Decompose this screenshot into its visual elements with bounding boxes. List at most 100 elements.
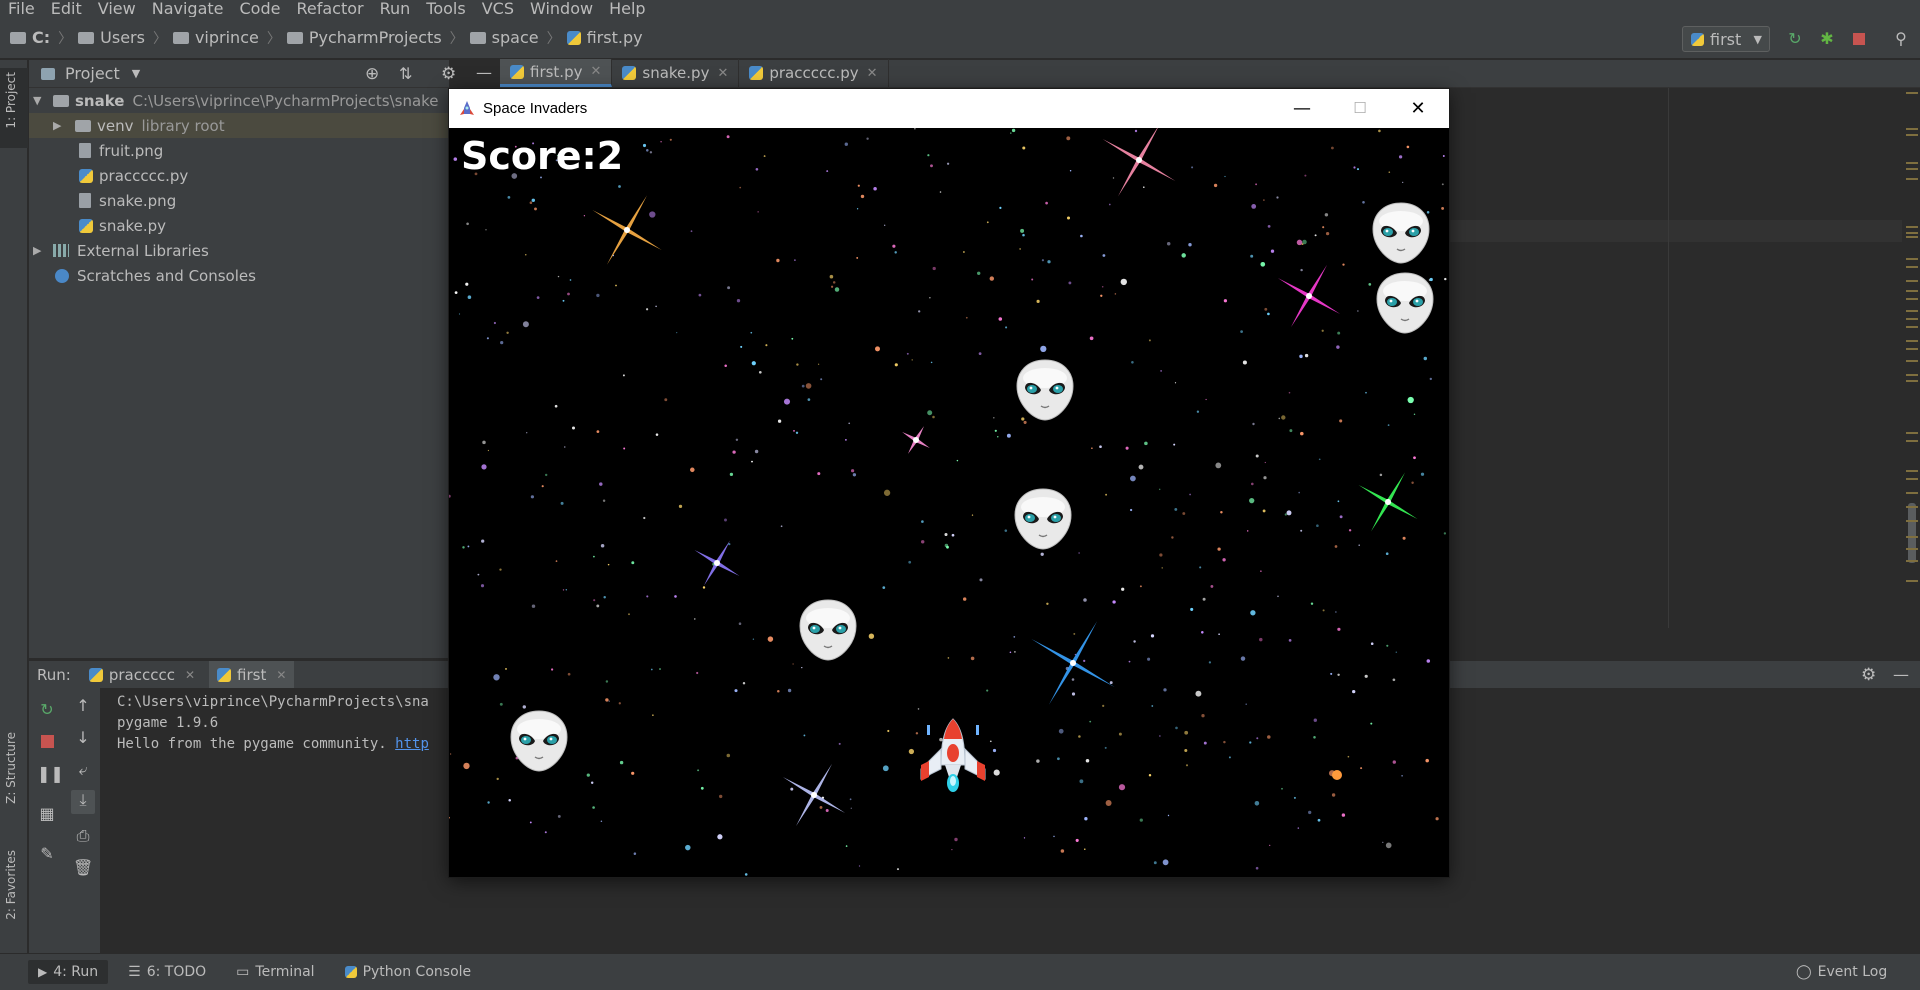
breadcrumb-pycharmprojects[interactable]: PycharmProjects 〉 — [286, 28, 464, 48]
menu-file[interactable]: File — [0, 0, 43, 17]
rerun-icon[interactable]: ↻ — [37, 700, 57, 720]
tool-tab-terminal[interactable]: ▭ Terminal — [226, 960, 324, 984]
tab-first-py[interactable]: first.py ✕ — [500, 59, 613, 87]
collapse-icon[interactable]: ⇅ — [399, 64, 412, 83]
scroll-to-end-icon[interactable]: ⤓ — [71, 790, 95, 814]
tree-item-external-libraries[interactable]: ▶ External Libraries — [33, 238, 209, 263]
project-panel-title[interactable]: Project — [65, 64, 120, 83]
star-dot — [1442, 155, 1445, 157]
game-title-bar[interactable]: Space Invaders — ☐ ✕ — [449, 89, 1449, 128]
hide-icon[interactable]: — — [476, 63, 492, 82]
star-dot — [1322, 609, 1325, 612]
star-dot — [463, 762, 470, 770]
run-tab-praccccc[interactable]: praccccc ✕ — [88, 666, 195, 684]
tree-root[interactable]: ▼ snake C:\Users\viprince\PycharmProject… — [33, 88, 449, 113]
close-icon[interactable]: ✕ — [867, 66, 878, 81]
star-dot — [947, 657, 950, 659]
run-tab-first[interactable]: first ✕ — [209, 660, 295, 689]
debug-icon[interactable]: ✱ — [1818, 30, 1836, 48]
tab-snake-py[interactable]: snake.py ✕ — [612, 59, 740, 87]
menu-run[interactable]: Run — [372, 0, 419, 17]
menu-refactor[interactable]: Refactor — [288, 0, 371, 17]
menu-navigate[interactable]: Navigate — [144, 0, 232, 17]
print-icon[interactable]: ⎙ — [73, 826, 93, 846]
rerun-icon[interactable]: ↻ — [1786, 30, 1804, 48]
run-configuration-select[interactable]: first ▼ — [1682, 26, 1770, 52]
menu-edit[interactable]: Edit — [43, 0, 90, 17]
close-icon[interactable]: ✕ — [276, 668, 286, 682]
locate-icon[interactable]: ⊕ — [365, 64, 379, 84]
tool-tab-event-log[interactable]: ◯ Event Log — [1786, 960, 1897, 984]
minimize-icon[interactable]: — — [1273, 89, 1331, 128]
star-dot — [531, 604, 536, 608]
game-canvas[interactable]: Score:2 — [449, 128, 1449, 877]
scrollbar-marker — [1906, 478, 1918, 480]
score-label: Score:2 — [461, 134, 624, 178]
star-dot — [499, 568, 502, 571]
search-icon[interactable]: ⚲ — [1892, 30, 1910, 48]
star-dot — [1260, 261, 1266, 267]
layout-icon[interactable]: ▦ — [37, 804, 57, 824]
pin-icon[interactable]: ✎ — [37, 844, 57, 864]
star-dot — [1223, 740, 1226, 744]
star-dot — [856, 208, 859, 210]
tab-structure[interactable]: Z: Structure — [4, 732, 18, 804]
star-dot — [932, 266, 936, 271]
down-arrow-icon[interactable]: ↓ — [73, 728, 93, 748]
tree-item-scratches[interactable]: Scratches and Consoles — [55, 263, 256, 288]
tree-item-venv[interactable]: ▶ venv library root — [29, 113, 449, 138]
game-window[interactable]: Space Invaders — ☐ ✕ Score:2 — [449, 89, 1449, 877]
python-icon — [88, 667, 103, 682]
star-dot — [486, 337, 489, 340]
menu-view[interactable]: View — [90, 0, 144, 17]
scrollbar-marker — [1906, 580, 1918, 582]
close-icon[interactable]: ✕ — [185, 668, 195, 682]
tool-tab-python-console[interactable]: Python Console — [335, 960, 482, 984]
tree-item-file[interactable]: praccccc.py — [79, 163, 188, 188]
hide-icon[interactable]: — — [1893, 665, 1909, 684]
star-dot — [803, 734, 806, 737]
stop-icon[interactable] — [1850, 30, 1868, 48]
menu-window[interactable]: Window — [522, 0, 601, 17]
breadcrumb-viprince[interactable]: viprince 〉 — [172, 28, 281, 48]
star-dot — [487, 449, 489, 452]
tool-tab-todo[interactable]: ☰ 6: TODO — [118, 960, 216, 984]
breadcrumb-file[interactable]: first.py — [566, 28, 643, 47]
trash-icon[interactable]: 🗑 — [73, 858, 93, 878]
breadcrumb-drive[interactable]: C: 〉 — [10, 28, 72, 48]
gear-icon[interactable]: ⚙ — [1861, 665, 1876, 685]
scroll-thumb[interactable] — [1908, 503, 1916, 563]
close-icon[interactable]: ✕ — [717, 66, 728, 81]
breadcrumb-space[interactable]: space 〉 — [469, 28, 561, 48]
menu-help[interactable]: Help — [601, 0, 653, 17]
menu-code[interactable]: Code — [232, 0, 289, 17]
tree-item-file[interactable]: fruit.png — [79, 138, 163, 163]
chevron-down-icon[interactable]: ▼ — [132, 67, 140, 80]
star-dot — [1073, 632, 1076, 635]
gear-icon[interactable]: ⚙ — [441, 64, 456, 84]
soft-wrap-icon[interactable]: ⤶ — [73, 760, 93, 780]
tab-project[interactable]: 1: Project — [4, 72, 18, 129]
stop-icon[interactable] — [37, 732, 57, 752]
menu-vcs[interactable]: VCS — [474, 0, 522, 17]
scrollbar-marker — [1906, 548, 1918, 550]
tool-tab-run[interactable]: ▶ 4: Run — [28, 960, 109, 984]
console-link[interactable]: http — [395, 736, 429, 752]
tree-item-file[interactable]: snake.py — [79, 213, 166, 238]
star-dot — [868, 633, 875, 639]
tab-favorites[interactable]: 2: Favorites — [4, 850, 18, 920]
tab-praccccc-py[interactable]: praccccc.py ✕ — [739, 59, 889, 87]
pause-icon[interactable]: ❚❚ — [37, 764, 64, 784]
breadcrumb-users[interactable]: Users 〉 — [78, 28, 167, 48]
tree-item-file[interactable]: snake.png — [79, 188, 176, 213]
up-arrow-icon[interactable]: ↑ — [73, 696, 93, 716]
menu-tools[interactable]: Tools — [418, 0, 473, 17]
star-dot — [1334, 545, 1338, 548]
close-icon[interactable]: ✕ — [590, 64, 601, 79]
star-dot — [1330, 672, 1333, 675]
maximize-icon[interactable]: ☐ — [1331, 89, 1389, 128]
star-dot — [698, 293, 702, 297]
close-icon[interactable]: ✕ — [1389, 89, 1447, 128]
star-dot — [690, 467, 695, 473]
star-dot — [633, 852, 637, 855]
